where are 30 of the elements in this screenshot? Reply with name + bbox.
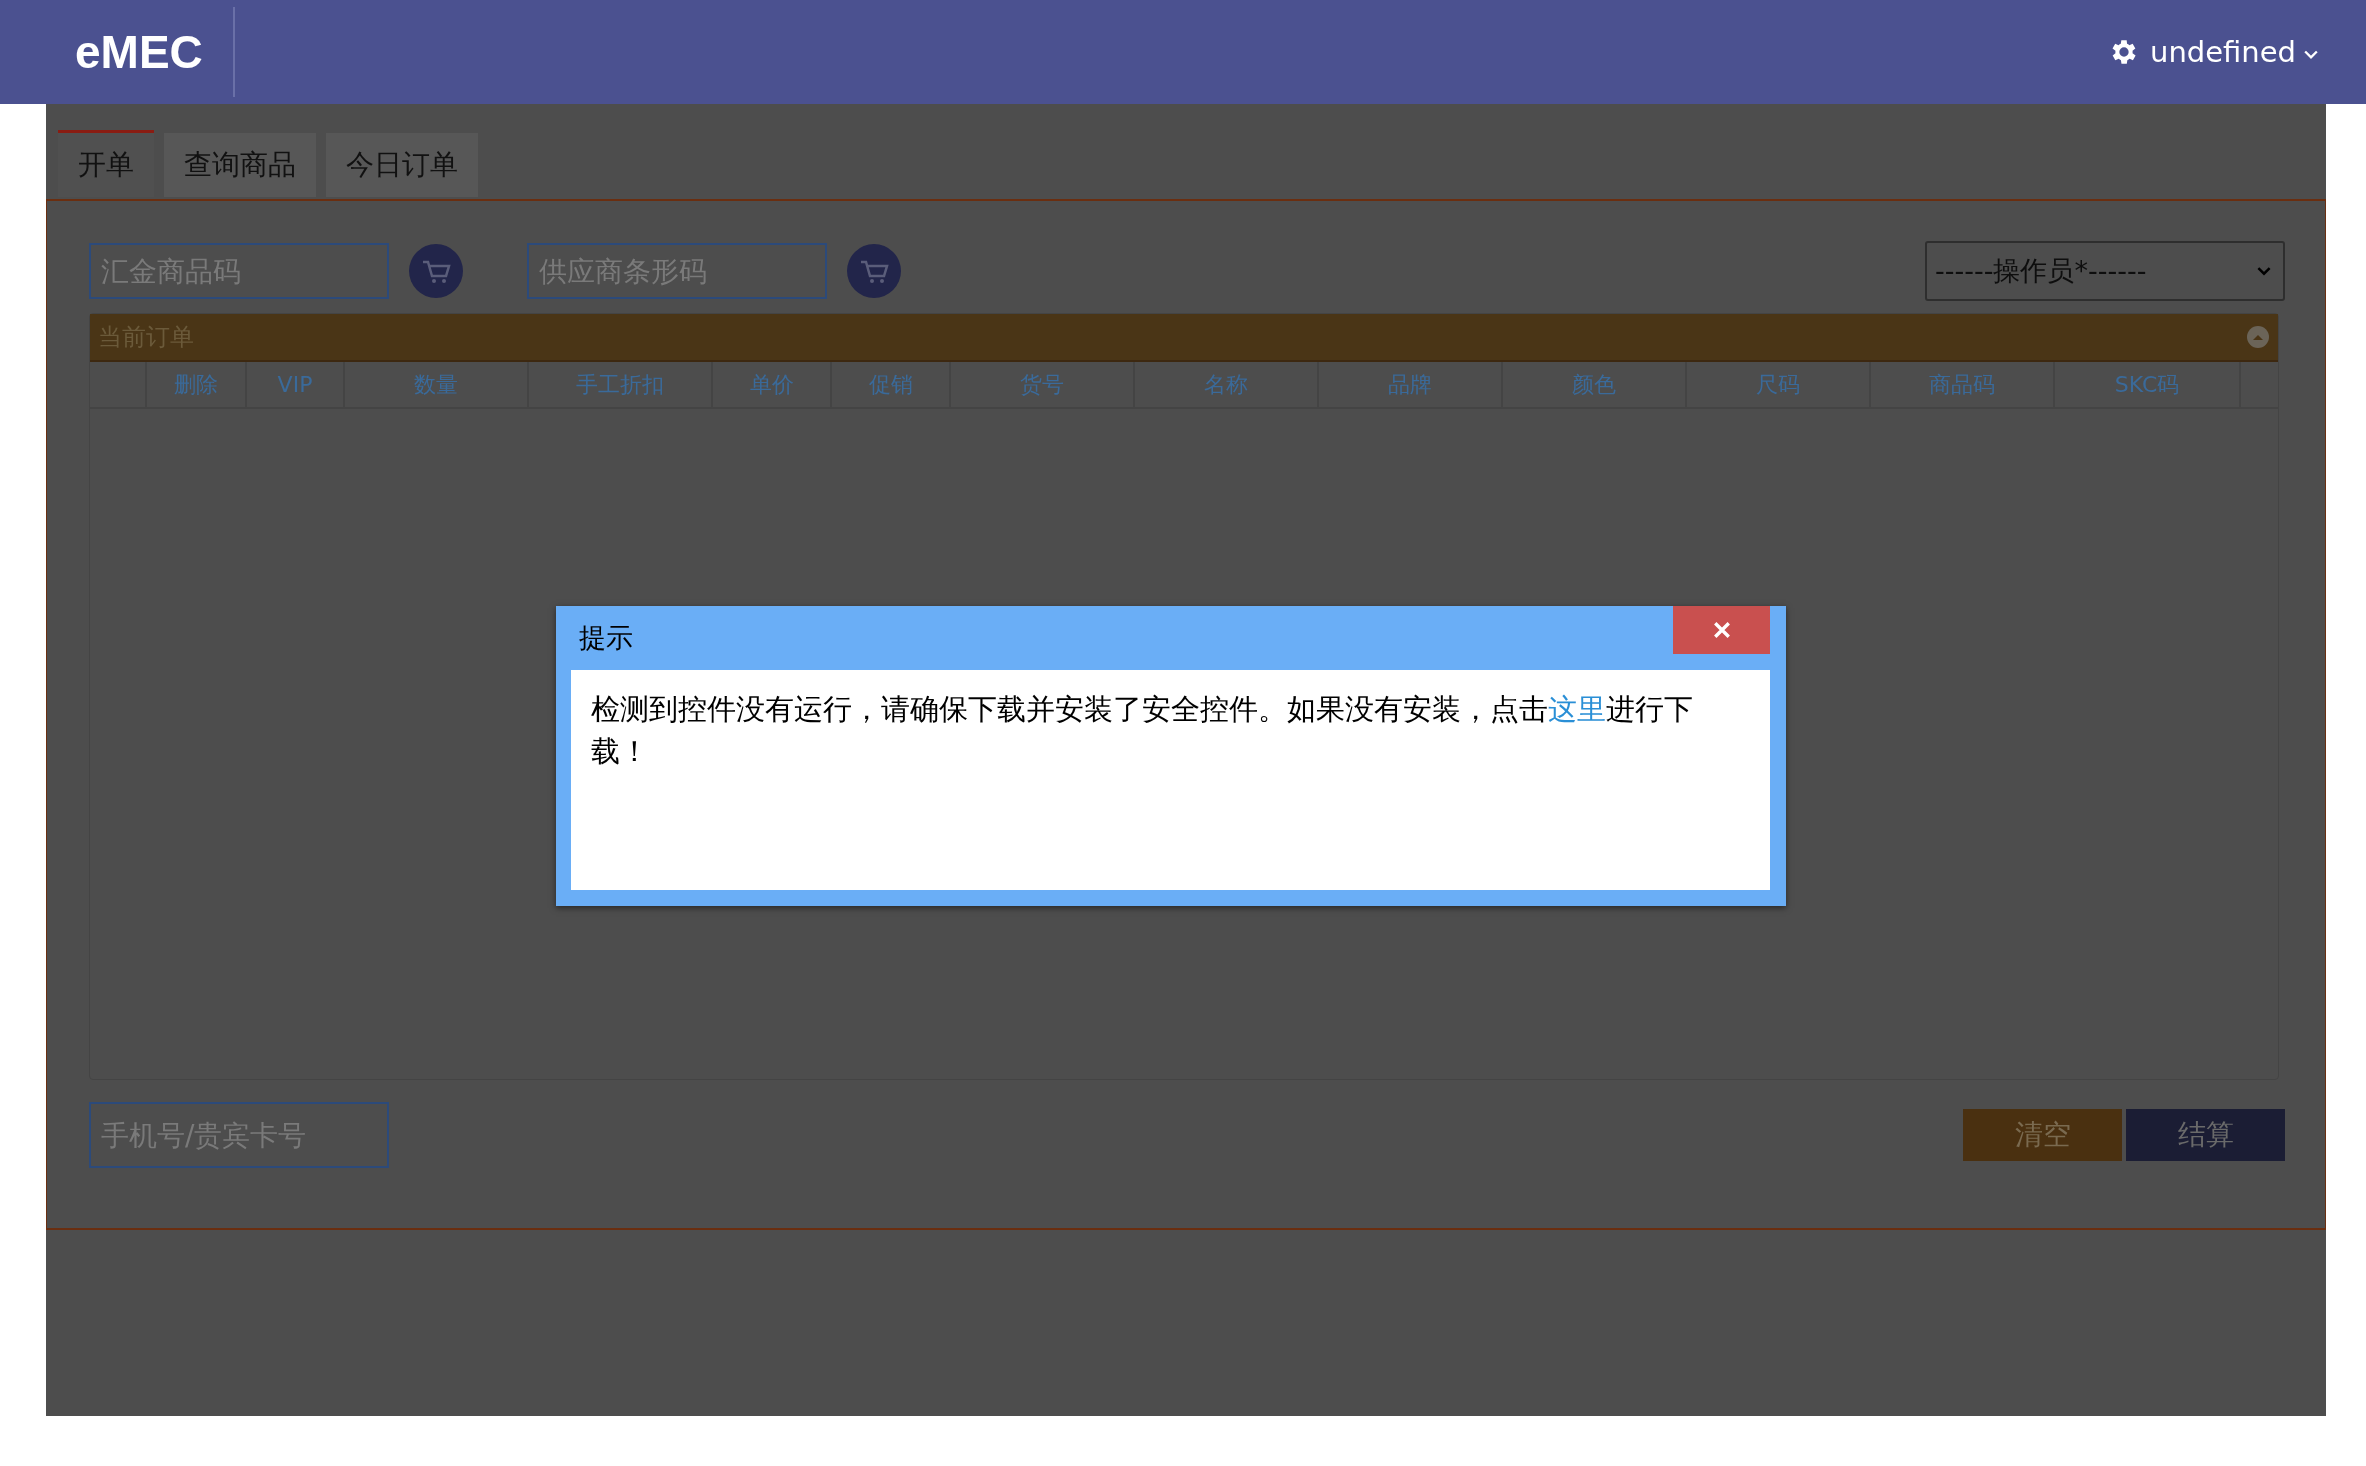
column-header: 单价 bbox=[713, 362, 832, 407]
collapse-icon[interactable] bbox=[2246, 325, 2270, 349]
column-header: 促销 bbox=[832, 362, 951, 407]
user-menu[interactable]: undefined bbox=[2150, 35, 2296, 69]
column-header: 品牌 bbox=[1319, 362, 1503, 407]
checkout-button[interactable]: 结算 bbox=[2126, 1109, 2285, 1161]
column-header: 数量 bbox=[345, 362, 529, 407]
column-header: 名称 bbox=[1135, 362, 1319, 407]
chevron-down-icon[interactable] bbox=[2304, 50, 2318, 60]
column-header: SKC码 bbox=[2055, 362, 2241, 407]
column-header: 颜色 bbox=[1503, 362, 1687, 407]
chevron-down-icon bbox=[2257, 266, 2271, 276]
dialog-title: 提示 bbox=[579, 621, 633, 655]
download-link[interactable]: 这里 bbox=[1548, 692, 1606, 726]
logo: eMEC bbox=[75, 25, 203, 79]
close-icon bbox=[1712, 621, 1731, 639]
column-header: 尺码 bbox=[1687, 362, 1871, 407]
column-header: 手工折扣 bbox=[529, 362, 713, 407]
operator-select[interactable]: ------操作员*------ bbox=[1925, 241, 2285, 301]
column-header: VIP bbox=[247, 362, 345, 407]
close-button[interactable] bbox=[1673, 606, 1770, 654]
tab[interactable]: 今日订单 bbox=[326, 133, 478, 197]
column-header: 货号 bbox=[951, 362, 1135, 407]
cart-icon[interactable] bbox=[847, 244, 901, 298]
dialog-message: 检测到控件没有运行，请确保下载并安装了安全控件。如果没有安装，点击这里进行下载！ bbox=[591, 691, 1694, 770]
column-header: 删除 bbox=[147, 362, 247, 407]
column-header: 商品码 bbox=[1871, 362, 2055, 407]
tab[interactable]: 查询商品 bbox=[164, 133, 316, 197]
cart-icon[interactable] bbox=[409, 244, 463, 298]
clear-button[interactable]: 清空 bbox=[1963, 1109, 2122, 1161]
